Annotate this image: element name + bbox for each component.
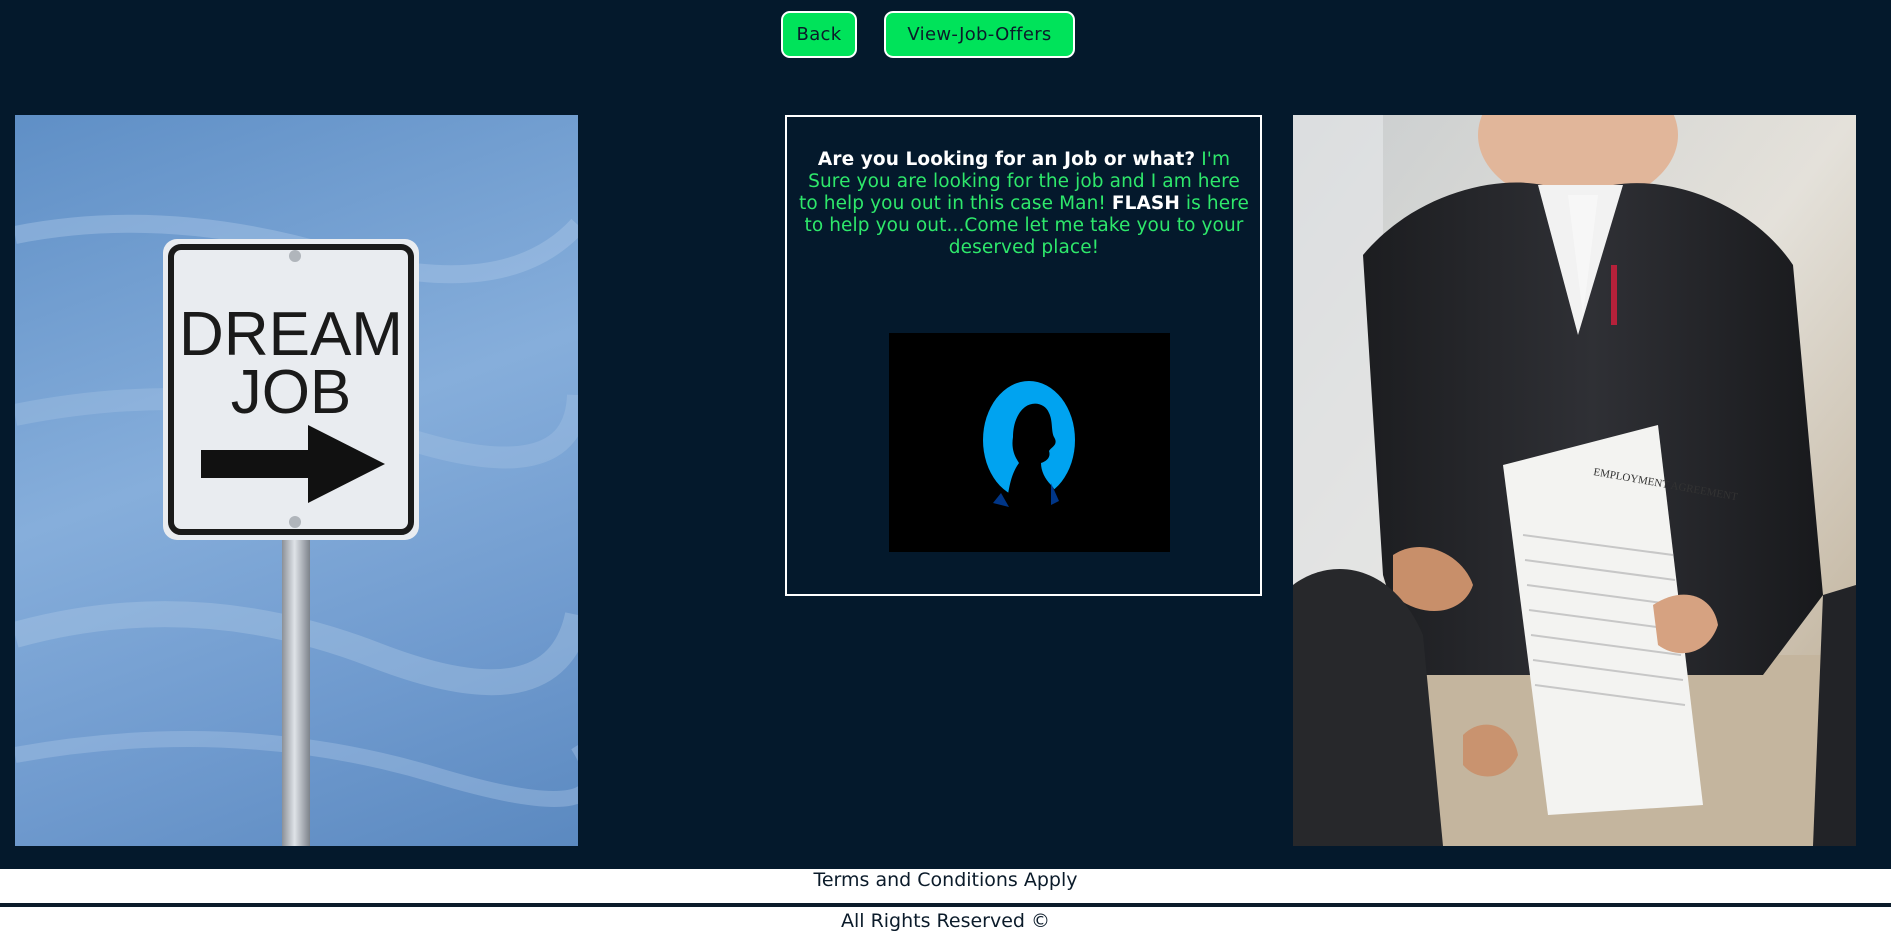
handshake-image: EMPLOYMENT AGREEMENT — [1293, 115, 1856, 846]
person-silhouette-icon — [983, 381, 1075, 507]
intro-question: Are you Looking for an Job or what? — [817, 149, 1196, 170]
footer-divider — [0, 903, 1891, 907]
copyright-text: All Rights Reserved © — [0, 908, 1891, 937]
intro-card: Are you Looking for an Job or what? I'm … — [785, 115, 1262, 596]
terms-link[interactable]: Terms and Conditions Apply — [0, 869, 1891, 905]
view-job-offers-button[interactable]: View-Job-Offers — [884, 11, 1075, 58]
dream-job-sign-image: DREAM JOB — [15, 115, 578, 846]
avatar — [889, 333, 1170, 552]
sign-line2: JOB — [231, 358, 352, 427]
intro-text: Are you Looking for an Job or what? I'm … — [799, 149, 1249, 259]
brand-name: FLASH — [1111, 193, 1180, 214]
back-button[interactable]: Back — [781, 11, 857, 58]
main-area: Back View-Job-Offers DREAM JOB Are you L… — [0, 0, 1891, 869]
